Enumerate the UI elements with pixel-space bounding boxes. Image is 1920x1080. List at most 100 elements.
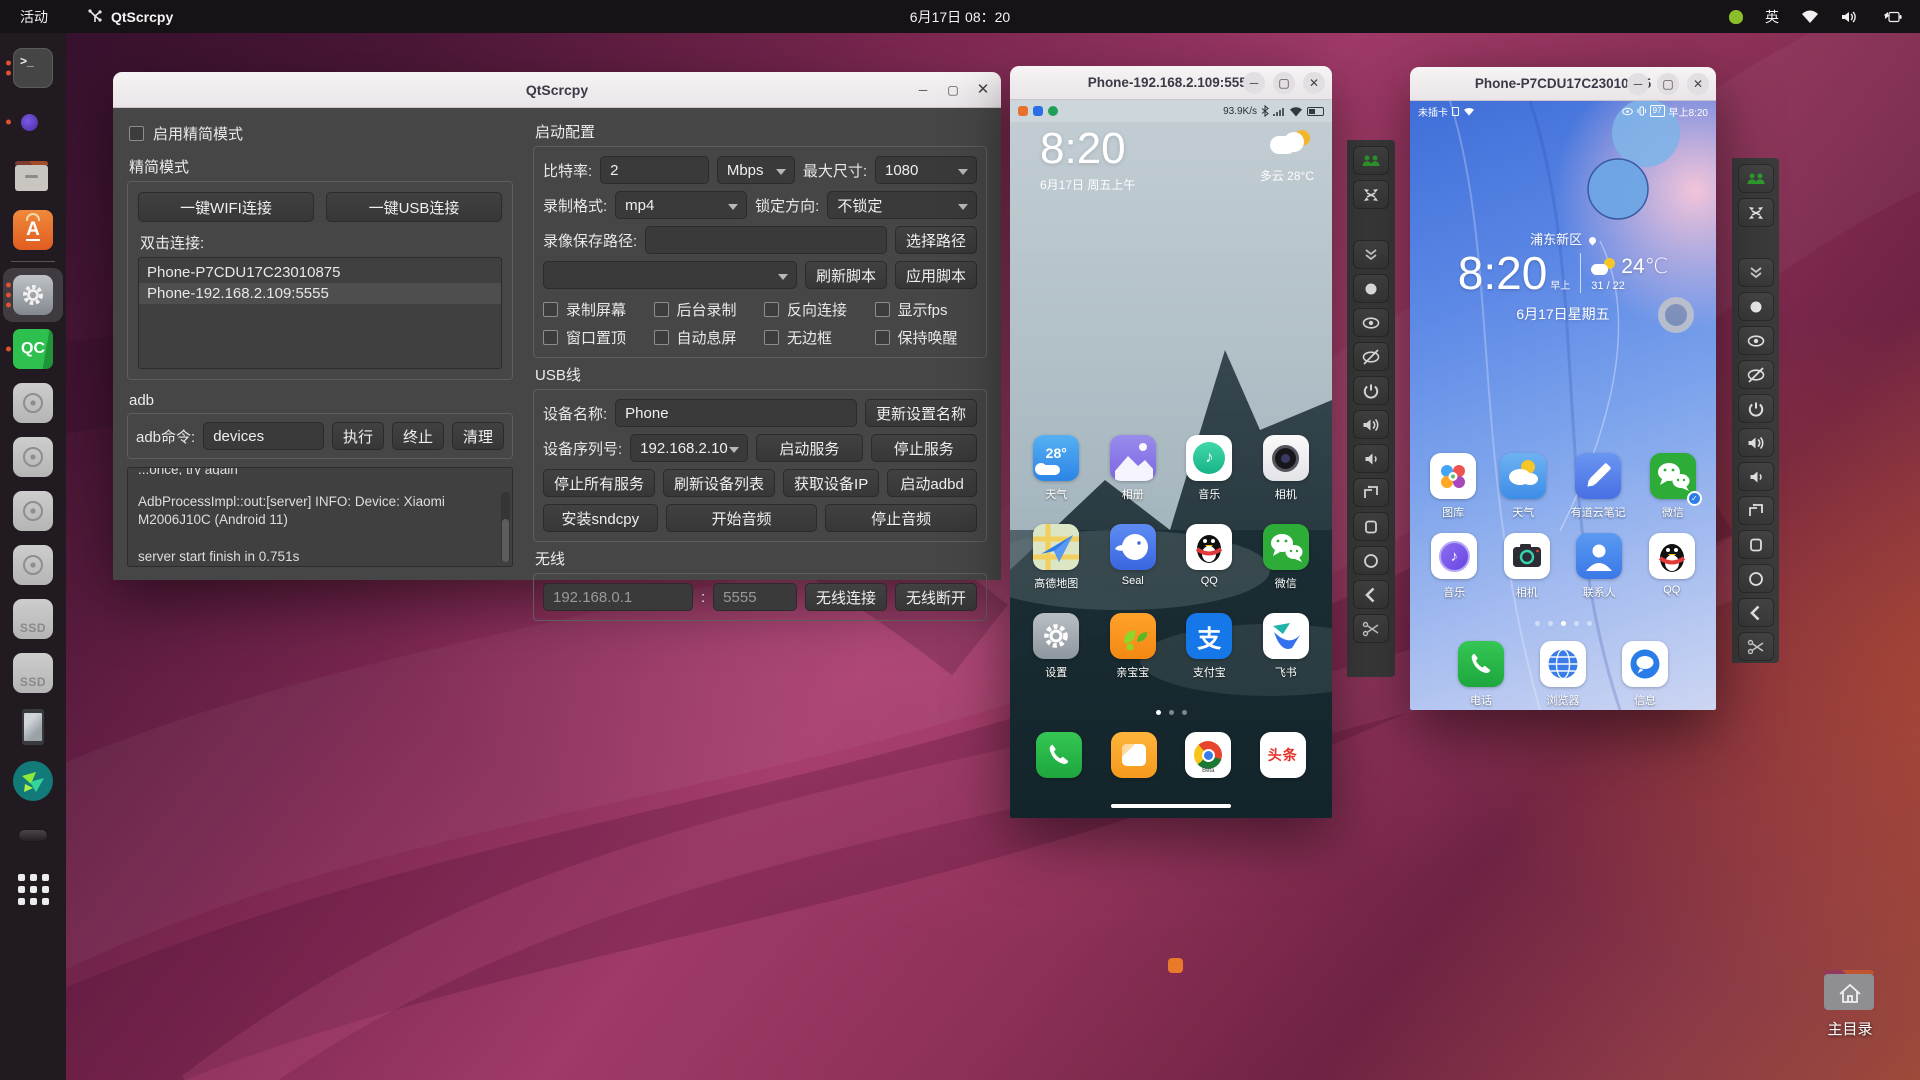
- app-微信[interactable]: ✓微信: [1650, 453, 1696, 520]
- dock-item-disk-4[interactable]: [3, 538, 63, 592]
- app-高德地图[interactable]: 高德地图: [1033, 524, 1079, 591]
- app-微信[interactable]: 微信: [1263, 524, 1309, 591]
- max-size-select[interactable]: 1080: [875, 156, 977, 184]
- app-相册[interactable]: 相册: [1110, 435, 1156, 502]
- dock-item-ssd-2[interactable]: SSD: [3, 646, 63, 700]
- stop-audio-button[interactable]: 停止音频: [825, 504, 977, 532]
- phone1-close-button[interactable]: ✕: [1303, 72, 1325, 94]
- app-天气[interactable]: 28°天气: [1033, 435, 1079, 502]
- wifi-icon[interactable]: [1801, 10, 1819, 24]
- app-chrome[interactable]: Beta: [1185, 732, 1231, 778]
- input-method-indicator[interactable]: 英: [1765, 7, 1779, 27]
- power-button[interactable]: [1738, 394, 1774, 423]
- desktop-home-folder[interactable]: 主目录: [1822, 966, 1878, 1039]
- dock-item-ubuntu-software[interactable]: A: [3, 203, 63, 257]
- dock-item-tray-pill[interactable]: [3, 808, 63, 862]
- wireless-connect-button[interactable]: 无线连接: [805, 583, 887, 611]
- app-支付宝[interactable]: 支支付宝: [1186, 613, 1232, 680]
- app-switch-button[interactable]: [1738, 496, 1774, 525]
- close-button[interactable]: ✕: [972, 79, 994, 101]
- power-button[interactable]: [1353, 376, 1389, 405]
- volume-up-button[interactable]: [1738, 428, 1774, 457]
- update-name-button[interactable]: 更新设置名称: [865, 399, 977, 427]
- screen-off-button[interactable]: [1353, 342, 1389, 371]
- phone2-minimize-button[interactable]: ─: [1627, 73, 1649, 95]
- refresh-script-button[interactable]: 刷新脚本: [805, 261, 887, 289]
- dock-item-files[interactable]: [3, 149, 63, 203]
- app-设置[interactable]: 设置: [1033, 613, 1079, 680]
- wireless-port-input[interactable]: 5555: [713, 583, 797, 611]
- desktop-shortcut-icon[interactable]: [1168, 958, 1183, 973]
- bitrate-unit-select[interactable]: Mbps: [717, 156, 795, 184]
- menu-button[interactable]: [1738, 530, 1774, 559]
- qtscrcpy-titlebar[interactable]: QtScrcpy ─ ▢ ✕: [113, 72, 1001, 108]
- phone1-titlebar[interactable]: Phone-192.168.2.109:5555 ─ ▢ ✕: [1010, 66, 1332, 100]
- back-button[interactable]: [1738, 598, 1774, 627]
- touch-button[interactable]: [1738, 292, 1774, 321]
- get-device-ip-button[interactable]: 获取设备IP: [783, 469, 879, 497]
- device-name-input[interactable]: Phone: [615, 399, 857, 427]
- dock-item-settings[interactable]: [3, 268, 63, 322]
- app-toutiao[interactable]: 头条: [1260, 732, 1306, 778]
- stop-service-button[interactable]: 停止服务: [871, 434, 977, 462]
- device-list-item[interactable]: Phone-P7CDU17C23010875: [139, 262, 501, 283]
- phone2-maximize-button[interactable]: ▢: [1657, 73, 1679, 95]
- app-浏览器[interactable]: 浏览器: [1540, 641, 1586, 708]
- start-adbd-button[interactable]: 启动adbd: [887, 469, 977, 497]
- device-list[interactable]: Phone-P7CDU17C23010875Phone-192.168.2.10…: [138, 257, 502, 369]
- screen-on-button[interactable]: [1738, 326, 1774, 355]
- adb-log-output[interactable]: ...once, try again AdbProcessImpl::out:[…: [127, 467, 513, 567]
- phone1-maximize-button[interactable]: ▢: [1273, 72, 1295, 94]
- app-亲宝宝[interactable]: 亲宝宝: [1110, 613, 1156, 680]
- dock-item-show-apps[interactable]: [3, 862, 63, 916]
- fullscreen-button[interactable]: [1353, 180, 1389, 209]
- apply-script-button[interactable]: 应用脚本: [895, 261, 977, 289]
- dock-item-disk-1[interactable]: [3, 376, 63, 430]
- app-QQ[interactable]: QQ: [1186, 524, 1232, 591]
- dock-item-disk-2[interactable]: [3, 430, 63, 484]
- device-list-item[interactable]: Phone-192.168.2.109:5555: [139, 283, 501, 304]
- volume-icon[interactable]: [1841, 10, 1858, 24]
- record-format-select[interactable]: mp4: [615, 191, 747, 219]
- app-电话[interactable]: 电话: [1458, 641, 1504, 708]
- battery-icon[interactable]: [1880, 11, 1902, 23]
- bitrate-input[interactable]: 2: [600, 156, 709, 184]
- home-button[interactable]: [1353, 546, 1389, 575]
- minimize-button[interactable]: ─: [912, 79, 934, 101]
- app-switch-button[interactable]: [1353, 478, 1389, 507]
- group-control-button[interactable]: [1738, 164, 1774, 193]
- serial-select[interactable]: 192.168.2.10: [630, 434, 748, 462]
- screenshot-button[interactable]: [1738, 632, 1774, 661]
- stop-all-services-button[interactable]: 停止所有服务: [543, 469, 655, 497]
- refresh-device-list-button[interactable]: 刷新设备列表: [663, 469, 775, 497]
- app-飞书[interactable]: 飞书: [1263, 613, 1309, 680]
- assistive-touch-ball[interactable]: [1658, 297, 1694, 333]
- phone1-minimize-button[interactable]: ─: [1243, 72, 1265, 94]
- screen-off-button[interactable]: [1738, 360, 1774, 389]
- home-button[interactable]: [1738, 564, 1774, 593]
- option-checkbox[interactable]: [654, 302, 669, 317]
- choose-path-button[interactable]: 选择路径: [895, 226, 977, 254]
- app-联系人[interactable]: 联系人: [1576, 533, 1622, 600]
- volume-down-button[interactable]: [1353, 444, 1389, 473]
- app-messages1[interactable]: [1111, 732, 1157, 778]
- option-checkbox[interactable]: [764, 330, 779, 345]
- dock-item-phone-device[interactable]: [3, 700, 63, 754]
- app-天气[interactable]: 天气: [1500, 453, 1546, 520]
- phone1-home-indicator[interactable]: [1111, 804, 1231, 808]
- fullscreen-button[interactable]: [1738, 198, 1774, 227]
- record-path-input[interactable]: [645, 226, 887, 254]
- volume-up-button[interactable]: [1353, 410, 1389, 439]
- log-scrollbar[interactable]: [501, 492, 510, 562]
- dock-item-media-player[interactable]: [3, 754, 63, 808]
- back-button[interactable]: [1353, 580, 1389, 609]
- one-key-usb-button[interactable]: 一键USB连接: [326, 192, 502, 222]
- simple-mode-checkbox[interactable]: [129, 126, 144, 141]
- start-audio-button[interactable]: 开始音频: [666, 504, 818, 532]
- app-音乐[interactable]: ♪音乐: [1186, 435, 1232, 502]
- option-checkbox[interactable]: [875, 302, 890, 317]
- dock-item-disk-3[interactable]: [3, 484, 63, 538]
- phone1-screen[interactable]: 93.9K/s 8:20 6月17日 周五上午 多云 28°C 28°天气相册♪…: [1010, 100, 1332, 818]
- one-key-wifi-button[interactable]: 一键WIFI连接: [138, 192, 314, 222]
- phone2-close-button[interactable]: ✕: [1687, 73, 1709, 95]
